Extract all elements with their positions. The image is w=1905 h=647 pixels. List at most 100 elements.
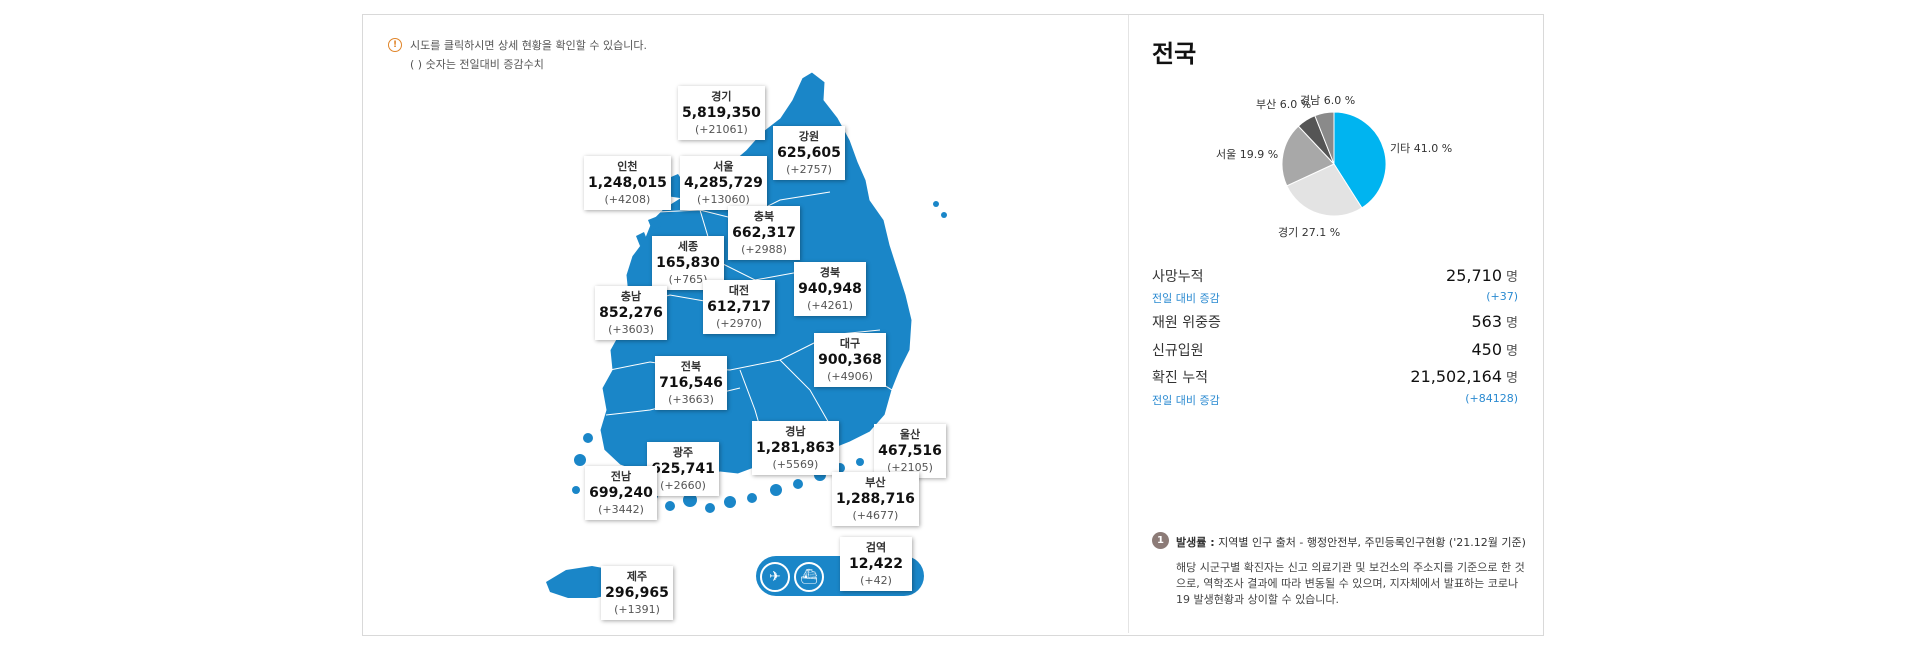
notice-line-1: 시도를 클릭하시면 상세 현황을 확인할 수 있습니다. xyxy=(410,39,647,52)
region-name: 충북 xyxy=(753,210,775,223)
admit-value: 450 명 xyxy=(1471,340,1518,359)
region-gangwon[interactable]: 강원 625,605 (+2757) xyxy=(773,126,845,180)
region-delta: (+13060) xyxy=(697,193,750,206)
region-name: 세종 xyxy=(677,240,699,253)
region-chungnam[interactable]: 충남 852,276 (+3603) xyxy=(595,286,667,340)
region-delta: (+4208) xyxy=(604,193,651,206)
region-name: 검역 xyxy=(865,541,887,554)
region-delta: (+4261) xyxy=(807,299,853,312)
region-gwangju[interactable]: 광주 625,741 (+2660) xyxy=(647,442,719,496)
region-name: 광주 xyxy=(672,446,694,459)
region-delta: (+2757) xyxy=(786,163,832,176)
region-count: 467,516 xyxy=(878,443,942,459)
region-count: 12,422 xyxy=(848,556,904,572)
region-jeju[interactable]: 제주 296,965 (+1391) xyxy=(601,566,673,620)
national-title: 전국 xyxy=(1152,40,1197,68)
region-count: 165,830 xyxy=(656,255,720,271)
region-gyeongbuk[interactable]: 경북 940,948 (+4261) xyxy=(794,262,866,316)
region-name: 울산 xyxy=(899,428,921,441)
region-count: 625,605 xyxy=(777,145,841,161)
region-name: 경북 xyxy=(819,266,841,279)
admit-label: 신규입원 xyxy=(1152,343,1204,359)
region-jeonbuk[interactable]: 전북 716,546 (+3663) xyxy=(655,356,727,410)
region-count: 852,276 xyxy=(599,305,663,321)
region-name: 경남 xyxy=(785,425,806,438)
region-count: 716,546 xyxy=(659,375,723,391)
region-busan[interactable]: 부산 1,288,716 (+4677) xyxy=(832,472,919,526)
region-delta: (+4906) xyxy=(827,370,873,383)
region-delta: (+5569) xyxy=(772,458,819,471)
footnote-head: 발생률 : 지역별 인구 출처 - 행정안전부, 주민등록인구현황 ('21.1… xyxy=(1176,536,1526,549)
confirmed-delta-value: (+84128) xyxy=(1465,392,1518,405)
region-chungbuk[interactable]: 충북 662,317 (+2988) xyxy=(728,206,800,260)
region-count: 699,240 xyxy=(589,485,653,501)
region-name: 서울 xyxy=(713,160,734,173)
region-delta: (+4677) xyxy=(852,509,899,522)
region-delta: (+2660) xyxy=(660,479,706,492)
confirmed-value: 21,502,164 명 xyxy=(1410,367,1518,386)
region-name: 대구 xyxy=(839,337,861,350)
region-name: 경기 xyxy=(711,90,732,103)
pie-label-4: 경남 6.0 % xyxy=(1300,94,1356,107)
pie-label-1: 경기 27.1 % xyxy=(1278,226,1341,239)
region-delta: (+21061) xyxy=(695,123,748,136)
region-quarantine[interactable]: 검역 12,422 (+42) xyxy=(840,537,912,591)
region-name: 제주 xyxy=(626,570,648,583)
notice-line-2: ( ) 숫자는 전일대비 증감수치 xyxy=(410,58,544,71)
deaths-row: 사망누적 25,710 명 xyxy=(1152,266,1518,288)
airplane-icon: ✈ xyxy=(760,562,790,592)
region-name: 강원 xyxy=(798,130,820,143)
korea-map xyxy=(546,71,947,598)
region-name: 충남 xyxy=(620,290,642,303)
region-count: 1,248,015 xyxy=(588,175,667,191)
region-count: 1,281,863 xyxy=(756,440,835,456)
severe-label: 재원 위중증 xyxy=(1152,315,1221,331)
confirmed-delta-row: 전일 대비 증감 (+84128) xyxy=(1152,392,1518,408)
region-gyeongnam[interactable]: 경남 1,281,863 (+5569) xyxy=(752,421,839,475)
footnote-number: 1 xyxy=(1152,532,1169,549)
region-delta: (+2970) xyxy=(716,317,762,330)
region-name: 전남 xyxy=(610,470,632,483)
region-count: 4,285,729 xyxy=(684,175,763,191)
confirmed-delta-label: 전일 대비 증감 xyxy=(1152,394,1220,407)
ship-icon: ⛴ xyxy=(794,562,824,592)
region-delta: (+1391) xyxy=(614,603,660,616)
region-delta: (+42) xyxy=(860,574,892,587)
region-gyeonggi[interactable]: 경기 5,819,350 (+21061) xyxy=(678,86,765,140)
region-jeonnam[interactable]: 전남 699,240 (+3442) xyxy=(585,466,657,520)
pie-label-2: 서울 19.9 % xyxy=(1216,148,1279,161)
region-ulsan[interactable]: 울산 467,516 (+2105) xyxy=(874,424,946,478)
panel-divider xyxy=(1128,15,1129,633)
admit-row: 신규입원 450 명 xyxy=(1152,340,1518,362)
severe-row: 재원 위중증 563 명 xyxy=(1152,312,1518,334)
footnote-body: 해당 시군구별 확진자는 신고 의료기관 및 보건소의 주소지를 기준으로 한 … xyxy=(1176,561,1525,606)
region-count: 5,819,350 xyxy=(682,105,761,121)
region-count: 296,965 xyxy=(605,585,669,601)
region-name: 전북 xyxy=(680,360,702,373)
region-delta: (+3663) xyxy=(668,393,714,406)
region-count: 662,317 xyxy=(732,225,796,241)
region-count: 900,368 xyxy=(818,352,882,368)
severe-value: 563 명 xyxy=(1471,312,1518,331)
region-name: 대전 xyxy=(728,284,750,297)
region-name: 인천 xyxy=(617,160,638,173)
deaths-delta-label: 전일 대비 증감 xyxy=(1152,292,1220,305)
deaths-label: 사망누적 xyxy=(1152,269,1204,285)
region-incheon[interactable]: 인천 1,248,015 (+4208) xyxy=(584,156,671,210)
region-count: 1,288,716 xyxy=(836,491,915,507)
region-delta: (+2988) xyxy=(741,243,787,256)
deaths-delta-row: 전일 대비 증감 (+37) xyxy=(1152,290,1518,306)
region-daegu[interactable]: 대구 900,368 (+4906) xyxy=(814,333,886,387)
confirmed-row: 확진 누적 21,502,164 명 xyxy=(1152,367,1518,389)
region-daejeon[interactable]: 대전 612,717 (+2970) xyxy=(703,280,775,334)
region-count: 940,948 xyxy=(798,281,862,297)
region-name: 부산 xyxy=(865,476,886,489)
deaths-delta-value: (+37) xyxy=(1486,290,1518,303)
region-count: 612,717 xyxy=(707,299,771,315)
info-icon: ! xyxy=(388,38,402,52)
region-delta: (+3442) xyxy=(598,503,644,516)
region-seoul[interactable]: 서울 4,285,729 (+13060) xyxy=(680,156,767,210)
pie-label-0: 기타 41.0 % xyxy=(1390,142,1453,155)
deaths-value: 25,710 명 xyxy=(1446,266,1518,285)
region-count: 625,741 xyxy=(651,461,715,477)
